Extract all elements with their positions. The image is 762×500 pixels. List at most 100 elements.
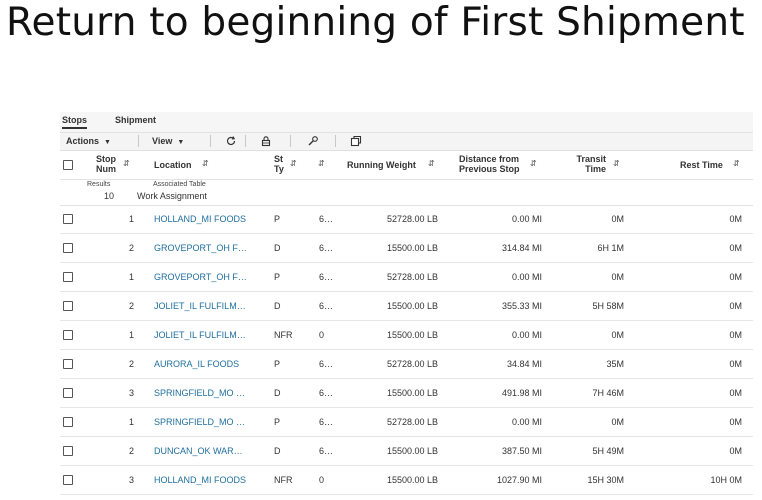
row-checkbox[interactable] <box>63 359 73 369</box>
running-weight-cell: 52728.00 LB <box>386 359 438 369</box>
distance-cell: 387.50 MI <box>501 446 542 456</box>
stop-column-cell: 6… <box>319 359 334 369</box>
table-row[interactable]: 1 SPRINGFIELD_MO … P 6… 52728.00 LB 0.00 MI 0M… <box>60 408 753 437</box>
distance-cell: 1027.90 MI <box>496 475 542 485</box>
table-row[interactable]: 2 GROVEPORT_OH F… D 6… 15500.00 LB 314.84 MI 6… <box>60 234 753 263</box>
table-row[interactable]: 1 HOLLAND_MI FOODS P 6… 52728.00 LB 0.00 MI 0M… <box>60 205 753 234</box>
lock-icon[interactable] <box>260 135 272 147</box>
stop-column-cell: 6… <box>319 417 334 427</box>
rest-time-cell: 0M <box>729 214 742 224</box>
actions-label: Actions <box>66 136 100 146</box>
header-transit-time[interactable]: Transit Time <box>568 154 606 174</box>
transit-time-cell: 0M <box>611 214 624 224</box>
row-checkbox[interactable] <box>63 446 73 456</box>
table-row[interactable]: 2 AURORA_IL FOODS P 6… 52728.00 LB 34.84 MI 35… <box>60 350 753 379</box>
header-distance[interactable]: Distance from Previous Stop <box>459 154 520 174</box>
chevron-down-icon: ▼ <box>177 139 185 146</box>
toolbar: Actions ▼ View ▼ <box>60 133 753 151</box>
distance-cell: 314.84 MI <box>501 243 542 253</box>
stop-num-cell: 1 <box>128 330 134 340</box>
row-checkbox[interactable] <box>63 243 73 253</box>
stop-type-cell: D <box>274 446 281 456</box>
rest-time-cell: 10H 0M <box>710 475 742 485</box>
transit-time-cell: 5H 49M <box>592 446 624 456</box>
table-row[interactable]: 3 HOLLAND_MI FOODS NFR 0 15500.00 LB 1027.90 … <box>60 466 753 495</box>
stop-num-cell: 2 <box>128 446 134 456</box>
refresh-icon[interactable] <box>225 135 237 147</box>
header-rest-time[interactable]: Rest Time <box>680 160 723 170</box>
location-link[interactable]: DUNCAN_OK WAR… <box>154 446 243 456</box>
table-header: Stop Num ⇵ Location ⇵ St Ty ⇵ ⇵ Running We… <box>60 151 753 180</box>
stop-num-cell: 2 <box>128 243 134 253</box>
sort-icon[interactable]: ⇵ <box>290 159 297 168</box>
location-link[interactable]: SPRINGFIELD_MO … <box>154 417 245 427</box>
wrench-icon[interactable] <box>307 135 319 147</box>
table-row[interactable]: 1 JOLIET_IL FULFILM… NFR 0 15500.00 LB 0.00 M… <box>60 321 753 350</box>
distance-cell: 491.98 MI <box>501 388 542 398</box>
location-link[interactable]: HOLLAND_MI FOODS <box>154 475 246 485</box>
stop-type-cell: P <box>274 417 281 427</box>
stop-type-cell: NFR <box>274 475 293 485</box>
running-weight-cell: 15500.00 LB <box>386 330 438 340</box>
location-link[interactable]: JOLIET_IL FULFILM… <box>154 330 246 340</box>
tab-stops[interactable]: Stops <box>62 115 88 129</box>
location-link[interactable]: HOLLAND_MI FOODS <box>154 214 246 224</box>
select-all-checkbox[interactable] <box>63 160 73 170</box>
toolbar-divider <box>210 135 211 147</box>
detach-icon[interactable] <box>350 135 362 147</box>
sort-icon[interactable]: ⇵ <box>530 159 537 168</box>
location-link[interactable]: AURORA_IL FOODS <box>154 359 239 369</box>
row-checkbox[interactable] <box>63 417 73 427</box>
slide-title: Return to beginning of First Shipment <box>6 0 745 45</box>
transit-time-cell: 0M <box>611 330 624 340</box>
tab-bar: Stops Shipment <box>60 112 753 133</box>
table-row[interactable]: 2 DUNCAN_OK WAR… D 6… 15500.00 LB 387.50 MI 5H… <box>60 437 753 466</box>
stop-column-cell: 6… <box>319 446 334 456</box>
distance-cell: 0.00 MI <box>511 330 542 340</box>
actions-menu[interactable]: Actions ▼ <box>66 136 111 146</box>
location-link[interactable]: GROVEPORT_OH F… <box>154 243 247 253</box>
sort-icon[interactable]: ⇵ <box>123 159 130 168</box>
table-row[interactable]: 1 GROVEPORT_OH F… P 6… 52728.00 LB 0.00 MI 0M 0… <box>60 263 753 292</box>
stop-column-cell: 0 <box>319 475 325 485</box>
running-weight-cell: 15500.00 LB <box>386 301 438 311</box>
stop-num-cell: 2 <box>128 359 134 369</box>
stop-type-cell: NFR <box>274 330 293 340</box>
transit-time-cell: 5H 58M <box>592 301 624 311</box>
row-checkbox[interactable] <box>63 330 73 340</box>
sort-icon[interactable]: ⇵ <box>428 159 435 168</box>
header-location[interactable]: Location <box>154 160 192 170</box>
tab-shipment[interactable]: Shipment <box>115 115 156 125</box>
rest-time-cell: 0M <box>729 359 742 369</box>
associated-table-value: Work Assignment <box>137 191 207 201</box>
rest-time-cell: 0M <box>729 388 742 398</box>
table-row[interactable]: 2 JOLIET_IL FULFILM… D 6… 15500.00 LB 355.33 … <box>60 292 753 321</box>
row-checkbox[interactable] <box>63 301 73 311</box>
stop-column-cell: 6… <box>319 388 334 398</box>
stop-type-cell: P <box>274 359 281 369</box>
view-menu[interactable]: View ▼ <box>152 136 184 146</box>
location-link[interactable]: SPRINGFIELD_MO … <box>154 388 245 398</box>
transit-time-cell: 15H 30M <box>587 475 624 485</box>
running-weight-cell: 15500.00 LB <box>386 388 438 398</box>
header-stop-num[interactable]: Stop Num <box>96 154 116 174</box>
sort-icon[interactable]: ⇵ <box>733 159 740 168</box>
table-row[interactable]: 3 SPRINGFIELD_MO … D 6… 15500.00 LB 491.98 MI… <box>60 379 753 408</box>
row-checkbox[interactable] <box>63 214 73 224</box>
header-stop-type[interactable]: St Ty <box>274 154 284 174</box>
header-running-weight[interactable]: Running Weight <box>347 160 416 170</box>
stop-num-cell: 1 <box>128 214 134 224</box>
row-checkbox[interactable] <box>63 388 73 398</box>
distance-cell: 0.00 MI <box>511 272 542 282</box>
rest-time-cell: 0M <box>729 272 742 282</box>
sort-icon[interactable]: ⇵ <box>318 159 325 168</box>
transit-time-cell: 6H 1M <box>597 243 624 253</box>
sort-icon[interactable]: ⇵ <box>613 159 620 168</box>
stop-column-cell: 6… <box>319 214 334 224</box>
row-checkbox[interactable] <box>63 272 73 282</box>
row-checkbox[interactable] <box>63 475 73 485</box>
sort-icon[interactable]: ⇵ <box>202 159 209 168</box>
location-link[interactable]: JOLIET_IL FULFILM… <box>154 301 246 311</box>
results-label: Results <box>87 181 111 188</box>
location-link[interactable]: GROVEPORT_OH F… <box>154 272 247 282</box>
